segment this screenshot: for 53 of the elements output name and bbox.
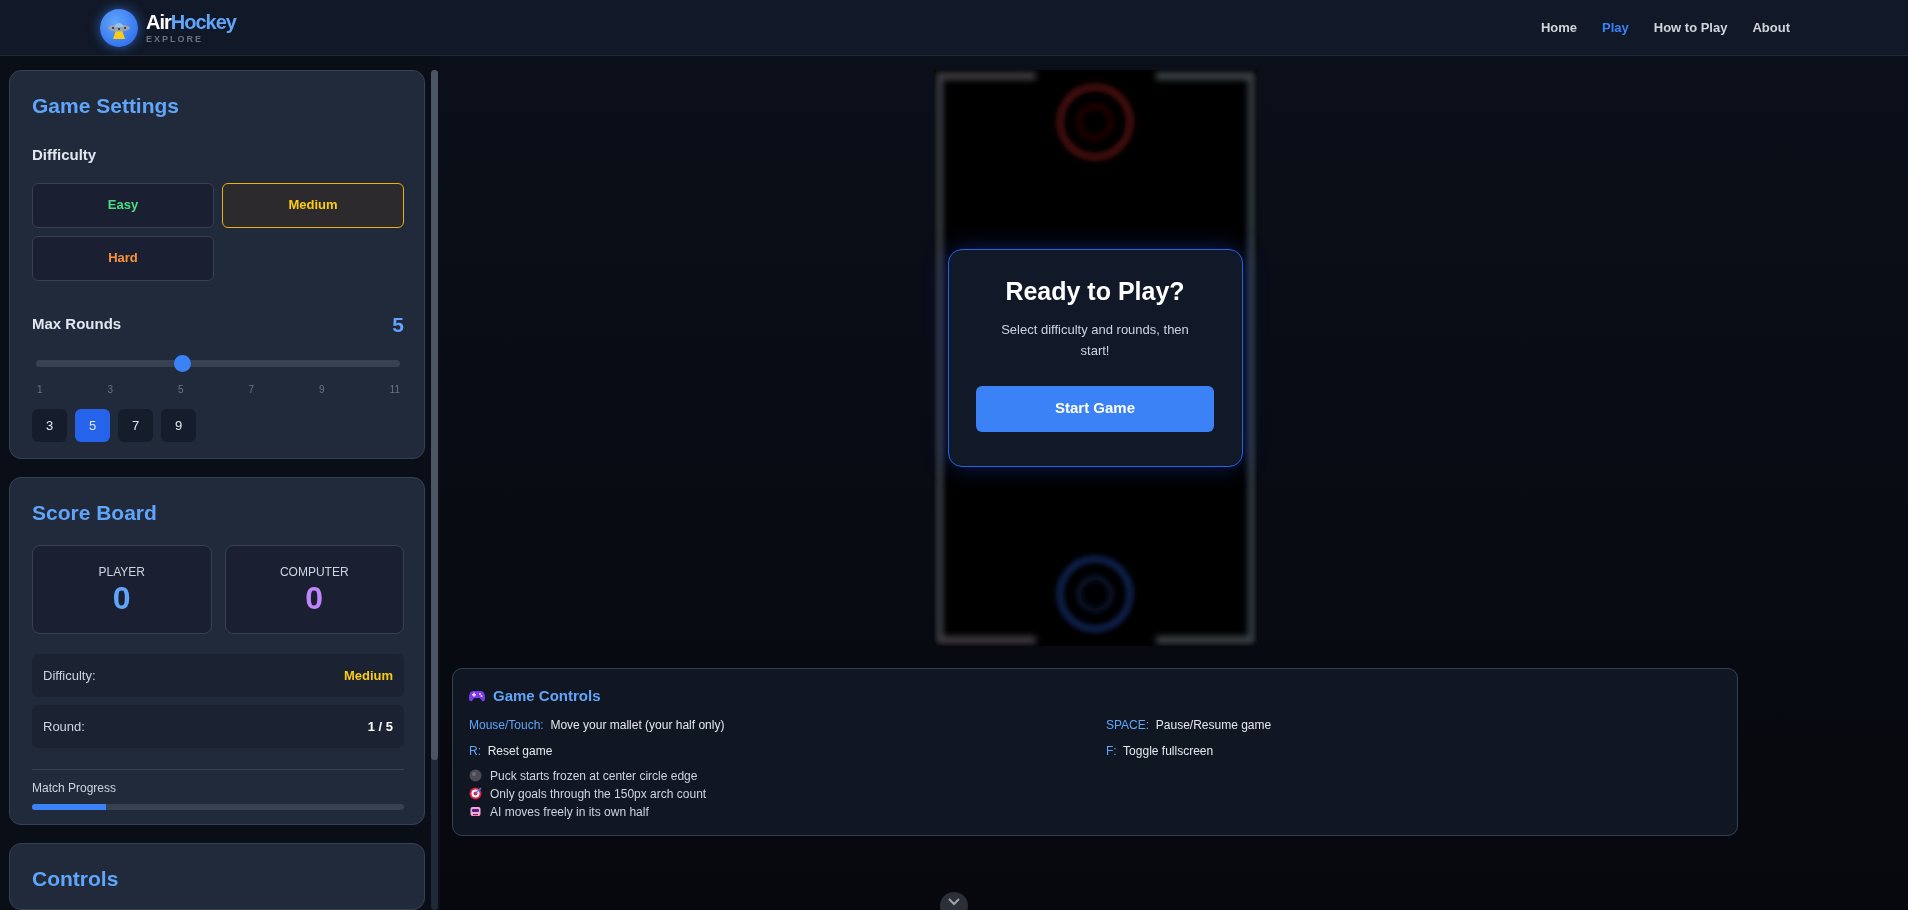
ufo-icon (100, 8, 138, 47)
info-label: Difficulty: (43, 667, 96, 686)
score-label: COMPUTER (279, 564, 349, 582)
controls-title: Game Controls (493, 686, 601, 706)
control-binding: F: Toggle fullscreen (1106, 742, 1215, 760)
tick-label: 7 (248, 383, 255, 398)
round-preset-button[interactable]: 7 (118, 409, 153, 443)
gamepad-icon (469, 690, 485, 703)
overlay-title: Ready to Play? (1005, 276, 1185, 306)
tick-label: 1 (37, 383, 43, 398)
robot-icon (469, 805, 482, 818)
tip-text: AI moves freely in its own half (490, 803, 649, 821)
difficulty-label: Difficulty (32, 145, 98, 166)
score-value: 0 (305, 581, 324, 617)
nav-link[interactable]: Play (1602, 17, 1629, 38)
max-rounds-label: Max Rounds (32, 314, 122, 335)
nav-link[interactable]: How to Play (1653, 17, 1728, 38)
logo-tagline: EXPLORE (146, 34, 204, 44)
panel-title: Controls (32, 866, 120, 892)
target-icon (469, 787, 482, 800)
progress-label: Match Progress (32, 780, 118, 798)
logo-text: AirHockey (146, 11, 236, 32)
control-binding: Mouse/Touch: Move your mallet (your half only) (469, 716, 726, 734)
panel-title: Game Settings (32, 93, 181, 119)
scrollbar[interactable] (431, 70, 438, 910)
round-preset-button[interactable]: 5 (75, 409, 110, 443)
difficulty-button[interactable]: Medium (222, 182, 404, 228)
round-preset-button[interactable]: 3 (32, 409, 67, 443)
tip-text: Only goals through the 150px arch count (490, 785, 707, 803)
tick-label: 11 (389, 383, 400, 398)
control-binding: R: Reset game (469, 742, 554, 760)
start-game-button[interactable]: Start Game (976, 385, 1214, 432)
info-label: Round: (43, 718, 85, 737)
chevron-down-icon (948, 898, 960, 906)
tick-label: 3 (107, 383, 114, 398)
info-value: Medium (343, 667, 393, 686)
control-binding: SPACE: Pause/Resume game (1106, 716, 1273, 734)
tick-label: 5 (178, 383, 184, 398)
puck-icon (469, 769, 482, 782)
difficulty-button[interactable]: Hard (32, 235, 214, 281)
info-value: 1 / 5 (367, 718, 393, 737)
max-rounds-value: 5 (392, 311, 404, 338)
nav-link[interactable]: About (1752, 17, 1790, 38)
tick-label: 9 (319, 383, 325, 398)
slider-thumb[interactable] (173, 355, 191, 373)
nav-link[interactable]: Home (1540, 17, 1577, 38)
score-value: 0 (112, 581, 131, 617)
difficulty-button[interactable]: Easy (32, 182, 214, 228)
overlay-message: Select difficulty and rounds, then start! (1000, 321, 1190, 360)
panel-title: Score Board (32, 500, 158, 526)
score-label: PLAYER (98, 564, 145, 582)
tip-text: Puck starts frozen at center circle edge (490, 767, 698, 785)
round-preset-button[interactable]: 9 (161, 409, 196, 443)
